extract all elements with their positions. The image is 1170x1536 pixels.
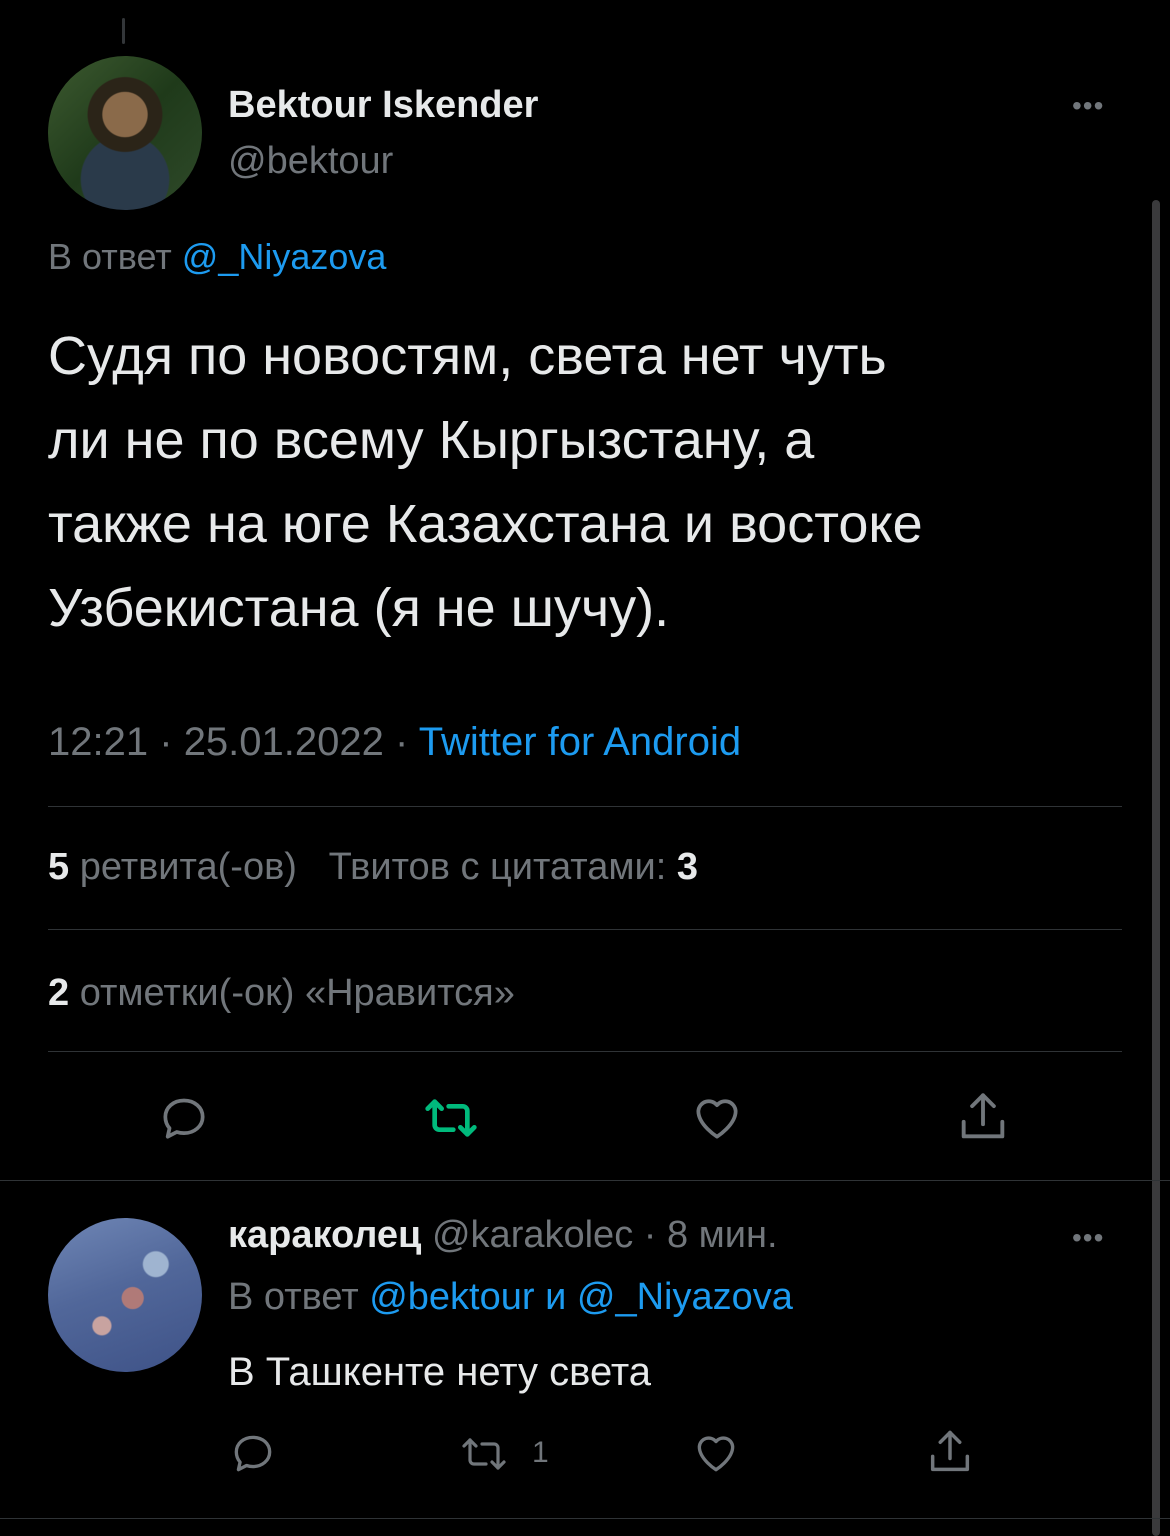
retweet-count: 1 [532, 1436, 549, 1469]
retweets-label: ретвита(-ов) [79, 846, 297, 888]
retweet-icon[interactable] [420, 1090, 482, 1146]
author-handle[interactable]: @bektour [228, 140, 393, 183]
more-icon[interactable]: ••• [1072, 90, 1104, 122]
tweet-time: 12:21 [48, 720, 149, 764]
tweet-date: 25.01.2022 [183, 720, 384, 764]
reply-conjunction: и [545, 1276, 567, 1318]
likes-stat[interactable]: 2 отметки(-ок) «Нравится» [48, 972, 515, 1015]
reply-time: 8 мин. [666, 1214, 778, 1256]
share-icon[interactable] [924, 1426, 976, 1478]
author-avatar[interactable] [48, 56, 202, 210]
section-divider [0, 1518, 1170, 1519]
retweets-stat[interactable]: 5 ретвита(-ов) [48, 846, 297, 888]
reply-separator: · [643, 1214, 657, 1256]
quotes-count: 3 [676, 846, 698, 888]
quotes-label: Твитов с цитатами: [328, 846, 667, 888]
likes-label: отметки(-ок) «Нравится» [79, 972, 515, 1014]
section-divider [0, 1180, 1170, 1181]
author-name[interactable]: Bektour Iskender [228, 84, 538, 127]
reply-replying-to: В ответ @bektour и @_Niyazova [228, 1276, 793, 1319]
divider [48, 1051, 1122, 1052]
like-icon[interactable] [690, 1428, 742, 1478]
quotes-stat[interactable]: Твитов с цитатами: 3 [329, 846, 698, 888]
likes-count: 2 [48, 972, 70, 1014]
reply-icon[interactable] [228, 1428, 278, 1478]
replying-label: В ответ [48, 236, 172, 277]
meta-separator: · [159, 720, 173, 764]
reply-author-handle[interactable]: @karakolec [432, 1214, 633, 1256]
divider [48, 806, 1122, 807]
reply-replying-link-2[interactable]: @_Niyazova [577, 1276, 793, 1318]
divider [48, 929, 1122, 930]
reply-replying-link-1[interactable]: @bektour [369, 1276, 534, 1318]
reply-author-name[interactable]: караколец [228, 1214, 421, 1256]
tweet-meta: 12:21 · 25.01.2022 · Twitter for Android [48, 720, 741, 765]
thread-connector-line [122, 18, 125, 44]
share-icon[interactable] [954, 1088, 1012, 1146]
retweet-icon[interactable] [456, 1430, 512, 1478]
more-icon[interactable]: ••• [1072, 1222, 1104, 1254]
meta-separator: · [395, 720, 409, 764]
reply-icon[interactable] [156, 1090, 212, 1146]
retweets-count: 5 [48, 846, 70, 888]
like-icon[interactable] [688, 1090, 746, 1146]
reply-replying-label: В ответ [228, 1276, 359, 1318]
reply-author-avatar[interactable] [48, 1218, 202, 1372]
replying-to: В ответ @_Niyazova [48, 236, 386, 278]
reply-header: караколец @karakolec · 8 мин. [228, 1214, 778, 1257]
retweets-stats: 5 ретвита(-ов) Твитов с цитатами: 3 [48, 846, 698, 889]
tweet-source-link[interactable]: Twitter for Android [419, 720, 741, 764]
scrollbar[interactable] [1152, 200, 1160, 1536]
tweet-text: Судя по новостям, света нет чуть ли не п… [48, 326, 923, 638]
replying-to-link[interactable]: @_Niyazova [182, 236, 387, 277]
reply-text: В Ташкенте нету света [228, 1350, 652, 1394]
